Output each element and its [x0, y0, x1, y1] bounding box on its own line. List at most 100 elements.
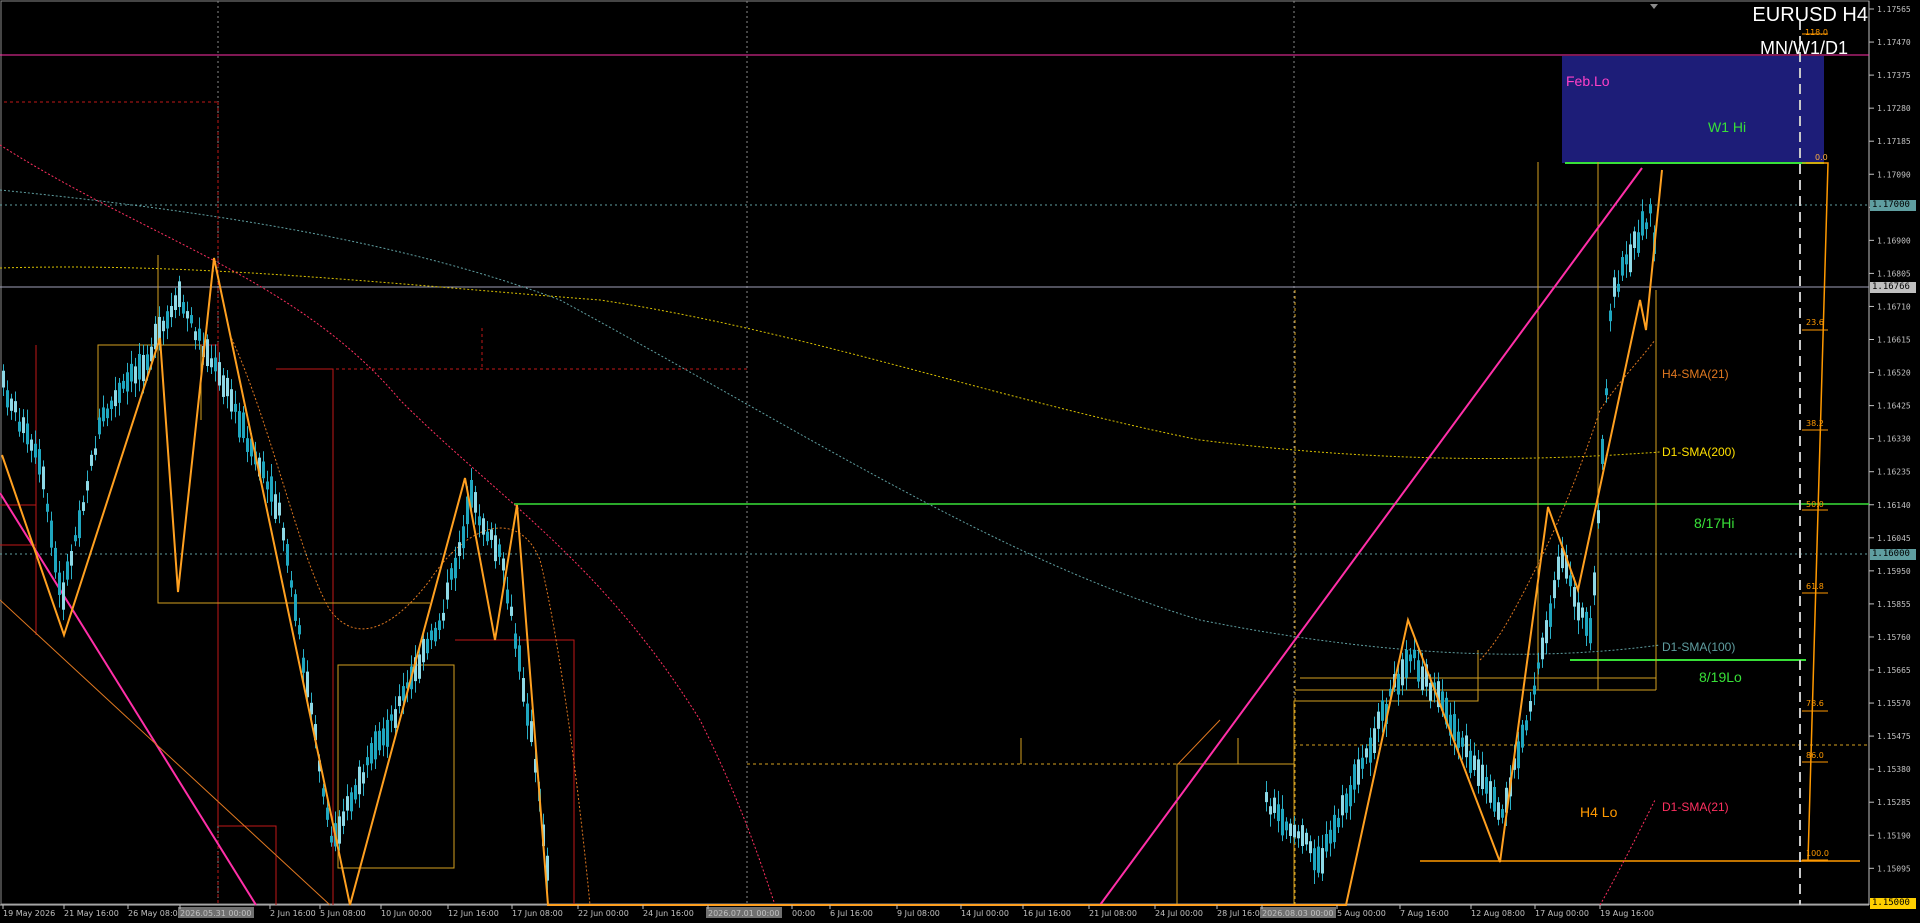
candle-body — [1605, 388, 1608, 396]
candle-body — [66, 561, 69, 580]
annotation-feb-lo: Feb.Lo — [1566, 73, 1610, 89]
candle-body — [162, 320, 165, 332]
time-tick-label: 10 Jun 00:00 — [381, 909, 432, 918]
candle-body — [510, 606, 513, 616]
candle-body — [366, 757, 369, 766]
price-tick-label: 1.15760 — [1877, 633, 1911, 642]
annotation-w1-hi: W1 Hi — [1708, 119, 1746, 135]
candle-body — [1325, 834, 1328, 852]
candle-body — [194, 331, 197, 341]
candle-body — [118, 382, 121, 403]
candle-body — [1349, 785, 1352, 807]
candle-body — [1297, 831, 1300, 839]
candle-body — [22, 417, 25, 434]
candle-body — [1333, 814, 1336, 843]
candle-body — [450, 568, 453, 580]
candle-body — [1489, 781, 1492, 803]
candle-body — [1485, 777, 1488, 794]
price-axis[interactable]: 1.17565 1.17470 1.17375 1.17280 1.17185 1.170… — [1869, 5, 1911, 873]
d1-sma200-line — [0, 266, 1661, 460]
time-tick-label: 12 Aug 08:00 — [1471, 909, 1525, 918]
time-tick-label: 2026.07.01 00:00 — [708, 909, 779, 918]
candle-body — [506, 589, 509, 604]
candle-body — [1577, 602, 1580, 621]
candle-body — [474, 492, 477, 513]
time-tick-label: 28 Jul 16:00 — [1217, 909, 1265, 918]
candle-body — [1365, 748, 1368, 758]
candle-body — [94, 448, 97, 455]
candle-body — [514, 633, 517, 649]
candle-body — [146, 354, 149, 371]
candle-body — [126, 372, 129, 392]
candle-body — [418, 654, 421, 679]
price-tick-label: 1.16615 — [1877, 336, 1911, 345]
candle-body — [1645, 222, 1648, 230]
price-tick-label: 1.16805 — [1877, 269, 1911, 278]
price-tick-label: 1.15190 — [1877, 831, 1911, 840]
candle-body — [462, 526, 465, 549]
candle-body — [186, 311, 189, 319]
annotation-d1-sma100: D1-SMA(100) — [1662, 640, 1735, 654]
time-tick-label: 19 May 2026 — [3, 909, 55, 918]
time-axis[interactable]: 19 May 2026 21 May 16:00 26 May 08:002026.… — [2, 905, 1654, 918]
candle-body — [1269, 806, 1272, 815]
candle-body — [1369, 737, 1372, 763]
candle-body — [1321, 848, 1324, 874]
candle-body — [1629, 244, 1632, 273]
candle-body — [190, 315, 193, 324]
candle-body — [1473, 755, 1476, 771]
time-tick-label: 12 Jun 16:00 — [448, 909, 499, 918]
candle-body — [1265, 792, 1268, 803]
candle-body — [238, 411, 241, 438]
candle-body — [422, 638, 425, 663]
bottom-price-label: 1.15000 — [1870, 898, 1916, 909]
candle-body — [522, 678, 525, 702]
candle-body — [430, 630, 433, 641]
zigzag-indicator — [1, 169, 1663, 906]
time-tick-label: 2026.08.03 00:00 — [1262, 909, 1333, 918]
candlestick-series[interactable] — [2, 198, 1656, 891]
candle-body — [502, 558, 505, 571]
candle-body — [298, 625, 301, 635]
candle-body — [290, 580, 293, 588]
candle-body — [86, 481, 89, 491]
candle-body — [1585, 611, 1588, 636]
time-tick-label: 2026.05.31 00:00 — [180, 909, 251, 918]
candle-body — [1401, 659, 1404, 686]
candle-body — [34, 443, 37, 458]
time-tick-label: 2 Jun 16:00 — [270, 909, 316, 918]
thin-orange-trendline — [0, 599, 331, 906]
candle-body — [1537, 662, 1540, 669]
candle-body — [6, 390, 9, 408]
candle-body — [1361, 757, 1364, 769]
candle-body — [62, 582, 65, 610]
time-tick-label: 9 Jul 08:00 — [897, 909, 940, 918]
fib-label-382: 38.2 — [1806, 419, 1824, 428]
fib-label-86: 86.0 — [1806, 751, 1824, 760]
annotation-h4-lo: H4 Lo — [1580, 804, 1618, 820]
candle-body — [1421, 666, 1424, 691]
level-label-116000: 1.16000 — [1870, 549, 1916, 560]
candle-body — [1289, 823, 1292, 836]
candle-body — [1621, 257, 1624, 276]
candle-body — [14, 401, 17, 413]
candle-body — [142, 354, 145, 382]
fib-label-236: 23.6 — [1806, 318, 1824, 327]
candle-body — [266, 481, 269, 490]
price-tick-label: 1.16425 — [1877, 402, 1911, 411]
candle-body — [242, 412, 245, 439]
candle-body — [1465, 735, 1468, 758]
candle-body — [338, 816, 341, 844]
candle-body — [1625, 254, 1628, 265]
price-chart[interactable]: 118.0 0.0 23.6 38.2 50.0 61.8 78.6 86.0 … — [0, 0, 1920, 923]
d1-sma21-line — [0, 144, 1656, 906]
chart-shift-marker[interactable] — [1650, 4, 1658, 9]
candle-body — [442, 612, 445, 621]
candle-body — [458, 542, 461, 556]
candle-body — [438, 620, 441, 631]
fib-label-786: 78.6 — [1806, 699, 1824, 708]
candle-body — [294, 594, 297, 621]
candle-body — [98, 417, 101, 435]
candle-body — [362, 772, 365, 784]
candle-body — [1633, 231, 1636, 249]
